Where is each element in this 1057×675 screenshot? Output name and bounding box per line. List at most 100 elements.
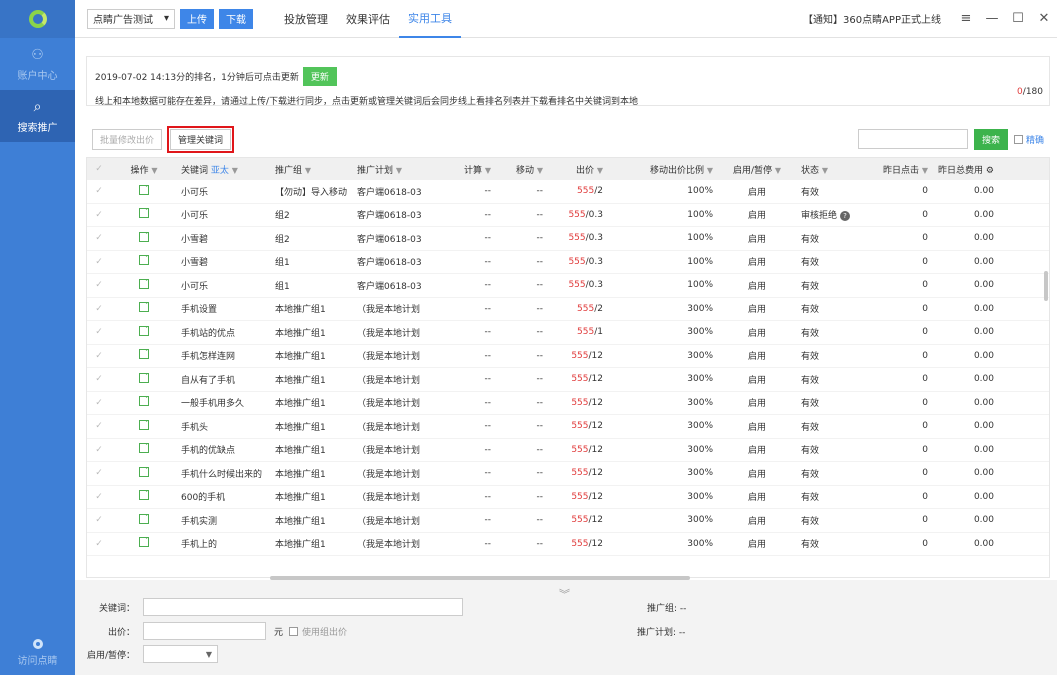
row-checkbox[interactable]: ✓ bbox=[87, 539, 111, 549]
edit-cell[interactable] bbox=[111, 278, 177, 292]
enable-select[interactable]: ▼ bbox=[143, 645, 218, 663]
bulk-price-button[interactable]: 批量修改出价 bbox=[92, 128, 163, 150]
account-select[interactable]: 点睛广告测试 ▾ bbox=[87, 8, 175, 29]
minimize-icon[interactable]: — bbox=[979, 11, 1005, 26]
header-status[interactable]: 状态 ▼ bbox=[797, 163, 867, 176]
header-ratio[interactable]: 移动出价比例 ▼ bbox=[607, 163, 717, 176]
edit-icon[interactable] bbox=[139, 325, 149, 336]
edit-icon[interactable] bbox=[139, 513, 149, 524]
edit-cell[interactable] bbox=[111, 372, 177, 386]
edit-icon[interactable] bbox=[139, 302, 149, 313]
header-enabled[interactable]: 启用/暂停 ▼ bbox=[717, 163, 797, 176]
use-group-bid-checkbox[interactable] bbox=[289, 626, 299, 636]
header-group[interactable]: 推广组 ▼ bbox=[271, 163, 353, 176]
row-checkbox[interactable]: ✓ bbox=[87, 492, 111, 502]
menu-icon[interactable]: ≡ bbox=[953, 11, 979, 26]
row-checkbox[interactable]: ✓ bbox=[87, 304, 111, 314]
sidebar-item-search-promo[interactable]: ⌕ 搜索推广 bbox=[0, 90, 75, 142]
manage-keywords-button[interactable]: 管理关键词 bbox=[167, 125, 235, 153]
row-checkbox[interactable]: ✓ bbox=[87, 210, 111, 220]
edit-cell[interactable] bbox=[111, 466, 177, 480]
maximize-icon[interactable]: ☐ bbox=[1005, 11, 1031, 26]
table-row[interactable]: ✓ 小可乐 组2 客户端0618-03 -- -- 555/0.3 100% 启用 审核拒绝? 0 0… bbox=[87, 204, 1049, 227]
table-row[interactable]: ✓ 小可乐 组1 客户端0618-03 -- -- 555/0.3 100% 启用 有效 0 0.00 bbox=[87, 274, 1049, 298]
edit-icon[interactable] bbox=[139, 419, 149, 430]
edit-icon[interactable] bbox=[139, 490, 149, 501]
edit-icon[interactable] bbox=[139, 278, 149, 289]
header-bid[interactable]: 出价 ▼ bbox=[547, 163, 607, 176]
sidebar-item-account[interactable]: ⚇ 账户中心 bbox=[0, 38, 75, 90]
row-checkbox[interactable]: ✓ bbox=[87, 398, 111, 408]
update-button[interactable]: 更新 bbox=[302, 67, 337, 86]
row-checkbox[interactable]: ✓ bbox=[87, 257, 111, 267]
row-checkbox[interactable]: ✓ bbox=[87, 351, 111, 361]
edit-cell[interactable] bbox=[111, 325, 177, 339]
header-clicks[interactable]: 昨日点击 ▼ bbox=[867, 163, 932, 176]
edit-icon[interactable] bbox=[139, 231, 149, 242]
row-checkbox[interactable]: ✓ bbox=[87, 421, 111, 431]
edit-cell[interactable] bbox=[111, 537, 177, 550]
collapse-icon[interactable]: ︾ bbox=[559, 586, 570, 602]
table-row[interactable]: ✓ 小雪碧 组2 客户端0618-03 -- -- 555/0.3 100% 启用 有效 0 0.00 bbox=[87, 227, 1049, 251]
row-checkbox[interactable]: ✓ bbox=[87, 186, 111, 196]
keyword-field[interactable] bbox=[143, 598, 463, 616]
row-checkbox[interactable]: ✓ bbox=[87, 327, 111, 337]
row-checkbox[interactable]: ✓ bbox=[87, 233, 111, 243]
row-checkbox[interactable]: ✓ bbox=[87, 445, 111, 455]
edit-cell[interactable] bbox=[111, 419, 177, 433]
table-row[interactable]: ✓ 自从有了手机 本地推广组1 （我是本地计划 -- -- 555/12 300% 启用 有效 0 0… bbox=[87, 368, 1049, 392]
edit-icon[interactable] bbox=[139, 184, 149, 195]
edit-icon[interactable] bbox=[139, 537, 149, 548]
edit-icon[interactable] bbox=[139, 349, 149, 360]
edit-icon[interactable] bbox=[139, 208, 149, 219]
table-row[interactable]: ✓ 小可乐 【勿动】导入移动 客户端0618-03 -- -- 555/2 100% 启用 有效 0… bbox=[87, 180, 1049, 204]
upload-button[interactable]: 上传 bbox=[180, 8, 214, 29]
edit-cell[interactable] bbox=[111, 490, 177, 503]
help-icon[interactable]: ? bbox=[840, 211, 851, 222]
row-checkbox[interactable]: ✓ bbox=[87, 468, 111, 478]
edit-cell[interactable] bbox=[111, 208, 177, 221]
edit-cell[interactable] bbox=[111, 184, 177, 198]
header-mobile[interactable]: 移动 ▼ bbox=[495, 163, 547, 176]
row-checkbox[interactable]: ✓ bbox=[87, 515, 111, 525]
header-plan[interactable]: 推广计划 ▼ bbox=[353, 163, 437, 176]
header-cost[interactable]: 昨日总费用 ⚙ bbox=[932, 163, 998, 176]
header-keyword[interactable]: 关键词 亚太 ▼ bbox=[177, 163, 271, 176]
table-row[interactable]: ✓ 小雪碧 组1 客户端0618-03 -- -- 555/0.3 100% 启用 有效 0 0.00 bbox=[87, 251, 1049, 274]
edit-icon[interactable] bbox=[139, 396, 149, 407]
close-icon[interactable]: ✕ bbox=[1031, 11, 1057, 26]
row-checkbox[interactable]: ✓ bbox=[87, 280, 111, 290]
edit-icon[interactable] bbox=[139, 255, 149, 266]
table-row[interactable]: ✓ 手机实测 本地推广组1 （我是本地计划 -- -- 555/12 300% 启用 有效 0 0.0… bbox=[87, 509, 1049, 533]
search-input[interactable] bbox=[857, 129, 968, 149]
edit-cell[interactable] bbox=[111, 396, 177, 409]
table-row[interactable]: ✓ 手机站的优点 本地推广组1 （我是本地计划 -- -- 555/1 300% 启用 有效 0 0.… bbox=[87, 321, 1049, 345]
notice-link[interactable]: 【通知】360点睛APP正式上线 bbox=[803, 11, 941, 26]
table-row[interactable]: ✓ 手机的优缺点 本地推广组1 （我是本地计划 -- -- 555/12 300% 启用 有效 0 0… bbox=[87, 439, 1049, 462]
bid-field[interactable] bbox=[143, 622, 266, 640]
edit-cell[interactable] bbox=[111, 443, 177, 456]
edit-cell[interactable] bbox=[111, 513, 177, 527]
edit-icon[interactable] bbox=[139, 466, 149, 477]
tab-tools[interactable]: 实用工具 bbox=[399, 0, 461, 38]
table-row[interactable]: ✓ 一般手机用多久 本地推广组1 （我是本地计划 -- -- 555/12 300% 启用 有效 0… bbox=[87, 392, 1049, 415]
edit-cell[interactable] bbox=[111, 255, 177, 268]
edit-cell[interactable] bbox=[111, 349, 177, 362]
tab-delivery[interactable]: 投放管理 bbox=[275, 0, 337, 38]
table-row[interactable]: ✓ 手机头 本地推广组1 （我是本地计划 -- -- 555/12 300% 启用 有效 0 0.00 bbox=[87, 415, 1049, 439]
table-row[interactable]: ✓ 手机设置 本地推广组1 （我是本地计划 -- -- 555/2 300% 启用 有效 0 0.00 bbox=[87, 298, 1049, 321]
table-row[interactable]: ✓ 手机上的 本地推广组1 （我是本地计划 -- -- 555/12 300% 启用 有效 0 0.0… bbox=[87, 533, 1049, 556]
select-all-checkbox[interactable]: ✓ bbox=[87, 164, 111, 174]
visit-dianjing-button[interactable]: 访问点睛 bbox=[0, 630, 75, 675]
edit-icon[interactable] bbox=[139, 443, 149, 454]
tab-evaluation[interactable]: 效果评估 bbox=[337, 0, 399, 38]
download-button[interactable]: 下载 bbox=[219, 8, 253, 29]
edit-cell[interactable] bbox=[111, 231, 177, 245]
exact-match-checkbox[interactable]: 精确 bbox=[1013, 133, 1044, 146]
table-row[interactable]: ✓ 600的手机 本地推广组1 （我是本地计划 -- -- 555/12 300% 启用 有效 0 0… bbox=[87, 486, 1049, 509]
header-calc[interactable]: 计算 ▼ bbox=[437, 163, 495, 176]
search-button[interactable]: 搜索 bbox=[973, 128, 1008, 150]
vertical-scrollbar[interactable] bbox=[1044, 271, 1048, 301]
table-row[interactable]: ✓ 手机什么时候出来的 本地推广组1 （我是本地计划 -- -- 555/12 300% 启用有… bbox=[87, 462, 1049, 486]
table-row[interactable]: ✓ 手机怎样连网 本地推广组1 （我是本地计划 -- -- 555/12 300% 启用 有效 0 0… bbox=[87, 345, 1049, 368]
